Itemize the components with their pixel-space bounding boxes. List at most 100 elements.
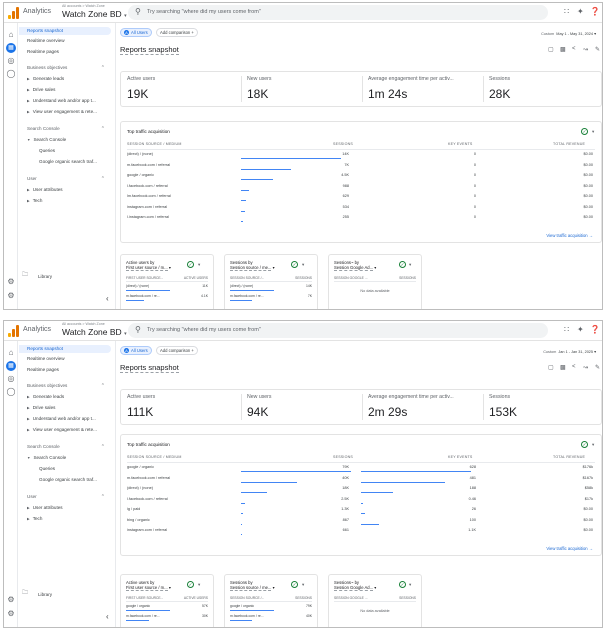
column-header[interactable]: SESSION GOOGLE ... bbox=[334, 596, 368, 600]
nav-business-item[interactable]: ▶ Understand web and/or app t... bbox=[27, 97, 115, 105]
customize-report-icon[interactable]: ▢ bbox=[548, 364, 554, 371]
nav-realtime-overview[interactable]: Realtime overview bbox=[27, 355, 115, 363]
search-input[interactable]: ⚲ Try searching "where did my users come … bbox=[128, 5, 548, 20]
search-input[interactable]: ⚲ Try searching "where did my users come … bbox=[128, 323, 548, 338]
compare-icon[interactable]: ▩ bbox=[560, 46, 566, 53]
insights-icon[interactable]: ↝ bbox=[583, 364, 588, 371]
check-circle-icon[interactable]: ✓ bbox=[187, 581, 194, 588]
column-header[interactable]: SESSIONS bbox=[399, 596, 416, 600]
column-header[interactable]: FIRST USER SOURCE... bbox=[126, 596, 163, 600]
analytics-logo-icon[interactable] bbox=[8, 325, 20, 337]
edit-pencil-icon[interactable]: ✎ bbox=[595, 46, 600, 53]
column-header-source[interactable]: SESSION SOURCE / MEDIUM bbox=[127, 142, 182, 146]
metric-tile[interactable]: Average engagement time per activ... 2m 2… bbox=[362, 390, 482, 424]
chevron-down-icon[interactable]: ▾ bbox=[198, 262, 200, 268]
column-header[interactable]: SESSION GOOGLE ... bbox=[334, 276, 368, 280]
nav-search-console[interactable]: ▼ Search Console bbox=[27, 136, 115, 144]
nav-user-item[interactable]: ▶ User attributes bbox=[27, 504, 115, 512]
nav-queries[interactable]: Queries bbox=[39, 465, 111, 473]
nav-user-item[interactable]: ▶ Tech bbox=[27, 197, 115, 205]
metric-tile[interactable]: Active users 19K bbox=[121, 72, 241, 106]
nav-user-item[interactable]: ▶ Tech bbox=[27, 515, 115, 523]
column-header-sessions[interactable]: SESSIONS bbox=[333, 142, 353, 146]
chevron-up-icon[interactable]: ⌃ bbox=[101, 65, 105, 71]
collapse-nav-chevron-icon[interactable]: ‹ bbox=[106, 294, 109, 303]
nav-business-item[interactable]: ▶ Drive sales bbox=[27, 404, 115, 412]
metric-tile[interactable]: Sessions 28K bbox=[483, 72, 602, 106]
chevron-up-icon[interactable]: ⌃ bbox=[101, 176, 105, 182]
reports-icon[interactable]: ▦ bbox=[6, 361, 16, 371]
compare-icon[interactable]: ▩ bbox=[560, 364, 566, 371]
nav-business-item[interactable]: ▶ Drive sales bbox=[27, 86, 115, 94]
chevron-down-icon[interactable]: ▾ bbox=[592, 129, 594, 135]
check-circle-icon[interactable]: ✓ bbox=[291, 581, 298, 588]
view-traffic-acquisition-link[interactable]: View traffic acquisition → bbox=[546, 546, 593, 551]
column-header-sessions[interactable]: SESSIONS bbox=[333, 455, 353, 459]
metric-tile[interactable]: Sessions 153K bbox=[483, 390, 602, 424]
chevron-up-icon[interactable]: ⌃ bbox=[101, 383, 105, 389]
nav-business-item[interactable]: ▶ Generate leads bbox=[27, 75, 115, 83]
nav-section-user[interactable]: User bbox=[27, 493, 37, 501]
check-circle-icon[interactable]: ✓ bbox=[581, 441, 588, 448]
home-icon[interactable]: ⌂ bbox=[6, 348, 16, 358]
admin-settings-icon[interactable]: ⚙ bbox=[6, 595, 16, 605]
chevron-down-icon[interactable]: ▾ bbox=[302, 582, 304, 588]
reports-icon[interactable]: ▦ bbox=[6, 43, 16, 53]
share-icon[interactable]: < bbox=[572, 46, 576, 52]
chevron-down-icon[interactable]: ▾ bbox=[302, 262, 304, 268]
nav-section-business-objectives[interactable]: Business objectives bbox=[27, 382, 67, 390]
metric-tile[interactable]: New users 94K bbox=[241, 390, 361, 424]
add-comparison-button[interactable]: Add comparison + bbox=[156, 346, 198, 355]
add-comparison-button[interactable]: Add comparison + bbox=[156, 28, 198, 37]
advertising-icon[interactable]: ◯ bbox=[6, 69, 16, 79]
column-header-revenue[interactable]: TOTAL REVENUE bbox=[553, 142, 585, 146]
nav-reports-snapshot[interactable]: Reports snapshot bbox=[19, 27, 111, 35]
analytics-logo-icon[interactable] bbox=[8, 7, 20, 19]
check-circle-icon[interactable]: ✓ bbox=[399, 581, 406, 588]
collapse-nav-chevron-icon[interactable]: ‹ bbox=[106, 612, 109, 621]
home-icon[interactable]: ⌂ bbox=[6, 30, 16, 40]
column-header[interactable]: SESSION SOURCE /... bbox=[230, 276, 264, 280]
nav-section-user[interactable]: User bbox=[27, 175, 37, 183]
nav-business-item[interactable]: ▶ View user engagement & rete... bbox=[27, 426, 115, 434]
help-icon[interactable]: ❓ bbox=[590, 325, 600, 334]
nav-organic-search[interactable]: Google organic search traf... bbox=[39, 158, 111, 166]
apps-grid-icon[interactable]: ∷ bbox=[564, 7, 569, 16]
chevron-down-icon[interactable]: ▾ bbox=[592, 442, 594, 448]
nav-queries[interactable]: Queries bbox=[39, 147, 111, 155]
customize-report-icon[interactable]: ▢ bbox=[548, 46, 554, 53]
nav-business-item[interactable]: ▶ Understand web and/or app t... bbox=[27, 415, 115, 423]
chevron-up-icon[interactable]: ⌃ bbox=[101, 126, 105, 132]
nav-realtime-pages[interactable]: Realtime pages bbox=[27, 366, 115, 374]
column-header-key-events[interactable]: KEY EVENTS bbox=[448, 455, 473, 459]
nav-reports-snapshot[interactable]: Reports snapshot bbox=[19, 345, 111, 353]
view-traffic-acquisition-link[interactable]: View traffic acquisition → bbox=[546, 233, 593, 238]
apps-grid-icon[interactable]: ∷ bbox=[564, 325, 569, 334]
column-header[interactable]: ACTIVE USERS bbox=[184, 276, 208, 280]
column-header-revenue[interactable]: TOTAL REVENUE bbox=[553, 455, 585, 459]
settings-icon[interactable]: ⚙ bbox=[6, 609, 16, 619]
column-header[interactable]: SESSION SOURCE /... bbox=[230, 596, 264, 600]
property-selector[interactable]: All accounts > Watch Zone Watch Zone BD ▾ bbox=[62, 4, 127, 19]
chevron-up-icon[interactable]: ⌃ bbox=[101, 444, 105, 450]
metric-tile[interactable]: New users 18K bbox=[241, 72, 361, 106]
comparison-chip-all-users[interactable]: A All Users bbox=[120, 346, 152, 355]
nav-search-console[interactable]: ▼ Search Console bbox=[27, 454, 115, 462]
edit-pencil-icon[interactable]: ✎ bbox=[595, 364, 600, 371]
column-header-source[interactable]: SESSION SOURCE / MEDIUM bbox=[127, 455, 182, 459]
settings-icon[interactable]: ⚙ bbox=[6, 291, 16, 301]
column-header[interactable]: ACTIVE USERS bbox=[184, 596, 208, 600]
nav-realtime-overview[interactable]: Realtime overview bbox=[27, 37, 115, 45]
help-assistant-icon[interactable]: ✦ bbox=[577, 7, 584, 16]
nav-section-search-console[interactable]: Search Console bbox=[27, 443, 60, 451]
nav-library[interactable]: Library bbox=[38, 592, 52, 597]
admin-settings-icon[interactable]: ⚙ bbox=[6, 277, 16, 287]
property-selector[interactable]: All accounts > Watch Zone Watch Zone BD ▾ bbox=[62, 322, 127, 337]
insights-icon[interactable]: ↝ bbox=[583, 46, 588, 53]
column-header[interactable]: FIRST USER SOURCE... bbox=[126, 276, 163, 280]
column-header[interactable]: SESSIONS bbox=[399, 276, 416, 280]
date-range-picker[interactable]: Custom May 1 - May 31, 2024 ▾ bbox=[541, 31, 596, 36]
advertising-icon[interactable]: ◯ bbox=[6, 387, 16, 397]
nav-library[interactable]: Library bbox=[38, 274, 52, 279]
nav-business-item[interactable]: ▶ View user engagement & rete... bbox=[27, 108, 115, 116]
